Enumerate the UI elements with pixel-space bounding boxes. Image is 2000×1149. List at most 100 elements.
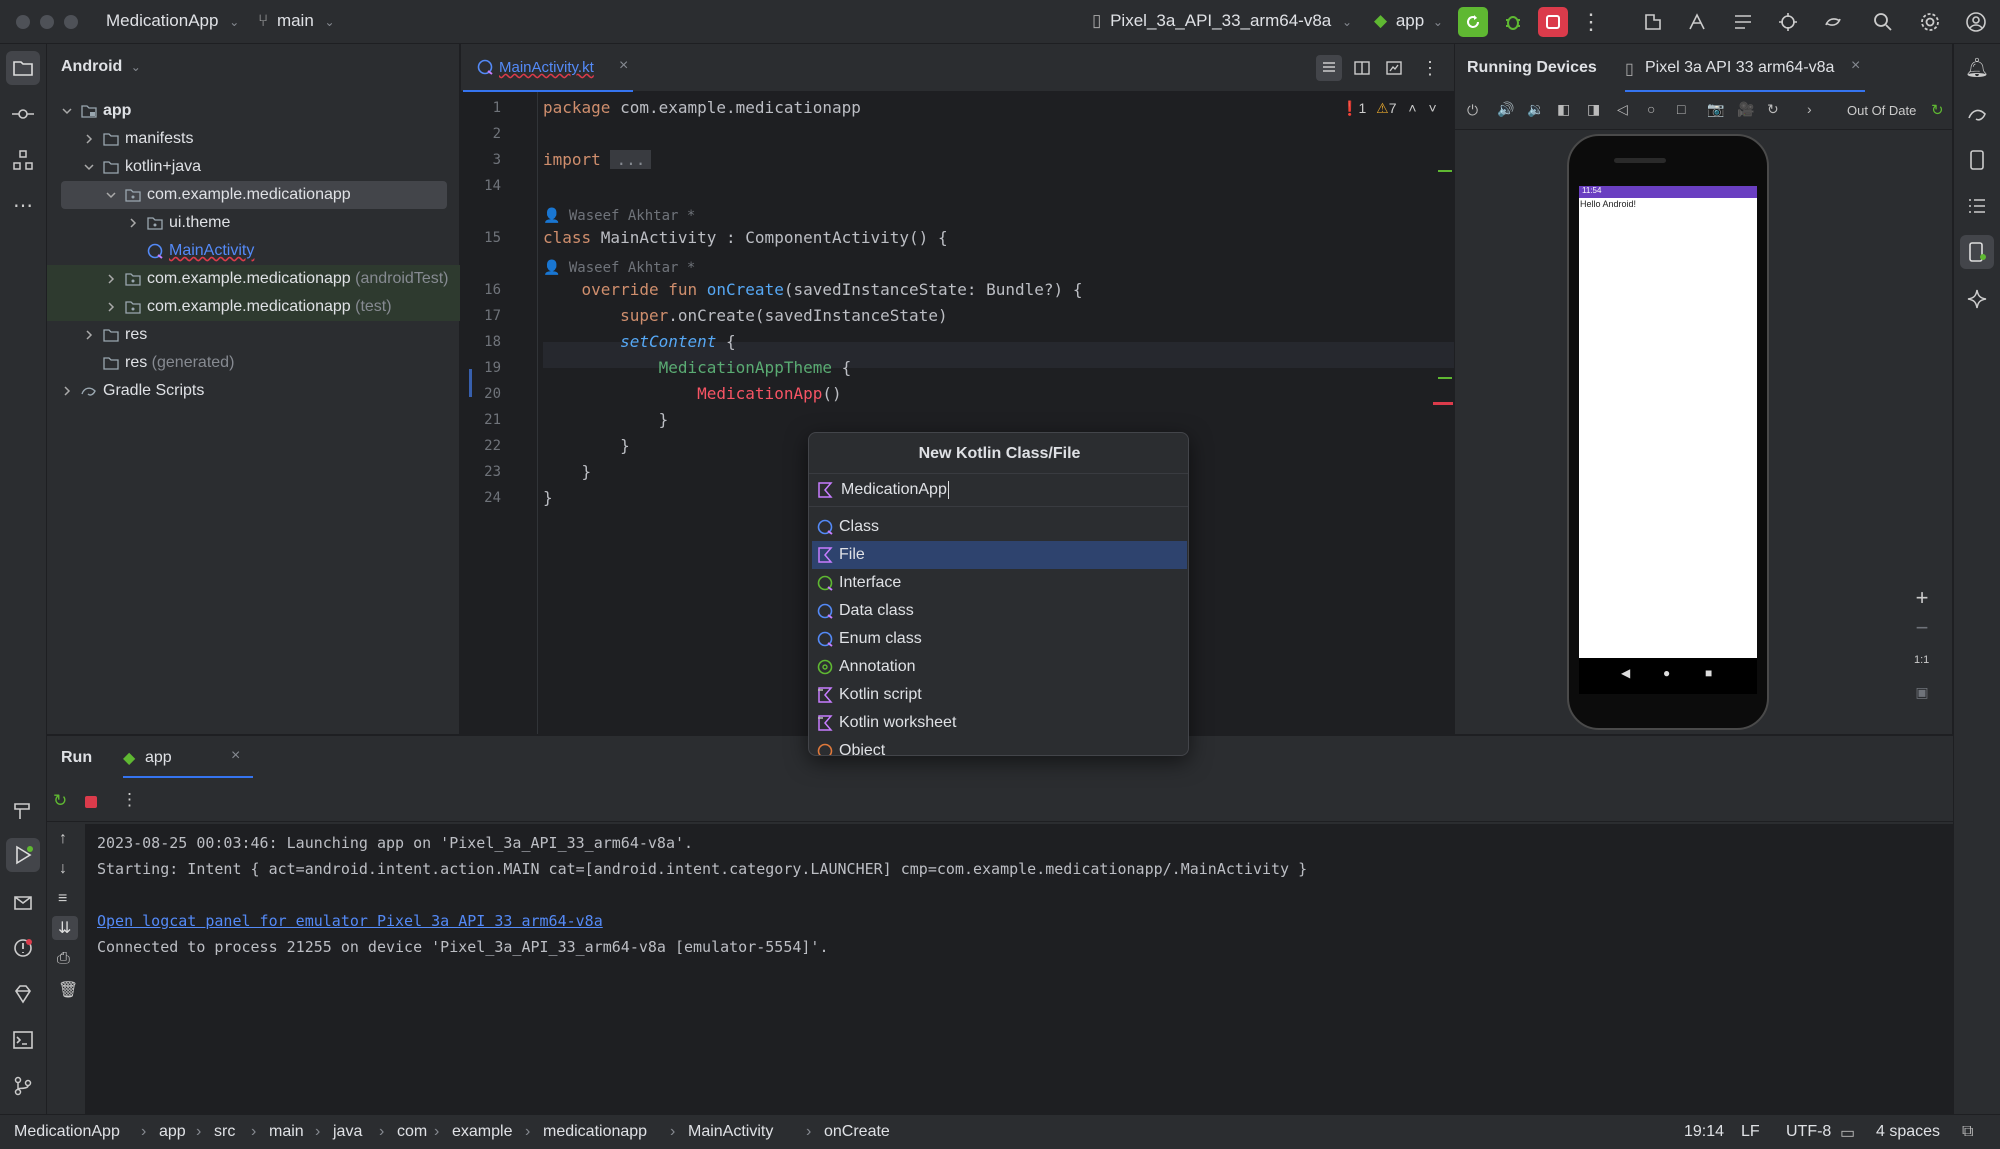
- kind-list-item[interactable]: File: [812, 541, 1187, 569]
- rerun-button[interactable]: [1458, 7, 1488, 37]
- tab-run-app[interactable]: ◆ app ×: [123, 736, 253, 778]
- fit-screen-icon[interactable]: ▣: [1910, 680, 1934, 704]
- logcat-list-icon[interactable]: [1964, 193, 1990, 219]
- more-tools-icon[interactable]: ⋯: [10, 192, 36, 218]
- device-manager-icon[interactable]: [1964, 147, 1990, 173]
- breadcrumb-item[interactable]: MedicationApp: [14, 1123, 120, 1141]
- branch-switcher[interactable]: ⑂ main ⌄: [258, 11, 335, 31]
- gem-icon[interactable]: [10, 981, 36, 1007]
- stop-icon[interactable]: [85, 796, 97, 808]
- screenshot-icon[interactable]: 📷: [1707, 101, 1724, 118]
- zoom-in-icon[interactable]: +: [1910, 585, 1934, 610]
- back-icon[interactable]: ◁: [1617, 101, 1628, 118]
- breadcrumb-item[interactable]: medicationapp: [543, 1123, 647, 1141]
- kind-list-item[interactable]: Kotlin worksheet: [812, 709, 1187, 737]
- tasks-icon[interactable]: [1730, 9, 1756, 35]
- tab-device[interactable]: ▯ Pixel 3a API 33 arm64-v8a ×: [1625, 44, 1865, 92]
- arrow-down-icon[interactable]: ↓: [59, 860, 67, 878]
- power-icon[interactable]: ⏻: [1467, 102, 1478, 119]
- logcat-link[interactable]: Open logcat panel for emulator Pixel 3a …: [97, 912, 603, 930]
- chevron-right-icon[interactable]: [61, 385, 73, 397]
- chevron-down-icon[interactable]: [83, 161, 95, 173]
- tree-item[interactable]: manifests: [47, 125, 460, 153]
- name-input[interactable]: MedicationApp: [809, 473, 1188, 507]
- window-close-button[interactable]: [16, 15, 30, 29]
- nav-recents-icon[interactable]: ■: [1705, 666, 1712, 680]
- account-icon[interactable]: [1963, 9, 1989, 35]
- arrow-up-icon[interactable]: ↑: [59, 830, 67, 848]
- print-icon[interactable]: ⎙: [57, 950, 70, 968]
- kind-list-item[interactable]: Kotlin script: [812, 681, 1187, 709]
- problems-icon[interactable]: [10, 935, 36, 961]
- rerun-icon[interactable]: ↻: [53, 791, 67, 811]
- rotate-right-icon[interactable]: ◨: [1587, 101, 1600, 118]
- console-output[interactable]: 2023-08-25 00:03:46: Launching app on 'P…: [85, 824, 1953, 1115]
- trash-icon[interactable]: 🗑︎: [58, 980, 78, 1000]
- device-selector[interactable]: ▯ Pixel_3a_API_33_arm64-v8a ⌄: [1092, 11, 1352, 31]
- breadcrumb-item[interactable]: onCreate: [824, 1123, 890, 1141]
- chevron-down-icon[interactable]: [105, 189, 117, 201]
- search-icon[interactable]: [1870, 9, 1896, 35]
- breadcrumb-item[interactable]: example: [452, 1123, 512, 1141]
- close-icon[interactable]: ×: [619, 57, 628, 75]
- caret-position[interactable]: 19:14: [1684, 1123, 1724, 1141]
- tree-item[interactable]: MainActivity: [47, 237, 460, 265]
- more-icon[interactable]: ⋮: [1578, 9, 1604, 35]
- window-zoom-button[interactable]: [64, 15, 78, 29]
- soft-wrap-icon[interactable]: ≡: [58, 890, 67, 908]
- rotate-left-icon[interactable]: ◧: [1557, 101, 1570, 118]
- build-tool-icon[interactable]: [10, 798, 36, 824]
- more-icon[interactable]: ⋮: [1419, 55, 1441, 81]
- tree-item[interactable]: app: [47, 97, 460, 125]
- file-encoding[interactable]: UTF-8: [1786, 1123, 1831, 1141]
- breadcrumb-item[interactable]: java: [333, 1123, 362, 1141]
- tree-item[interactable]: com.example.medicationapp (androidTest): [47, 265, 460, 293]
- notifications-icon[interactable]: 🔔︎: [1964, 55, 1990, 81]
- breadcrumb-item[interactable]: main: [269, 1123, 304, 1141]
- breadcrumb-item[interactable]: src: [214, 1123, 235, 1141]
- chevron-right-icon[interactable]: [83, 133, 95, 145]
- kind-list-item[interactable]: Class: [812, 513, 1187, 541]
- record-icon[interactable]: 🎥: [1737, 101, 1754, 118]
- window-minimize-button[interactable]: [40, 15, 54, 29]
- project-view-selector[interactable]: Android ⌄: [61, 58, 141, 76]
- chevron-down-icon[interactable]: [61, 105, 73, 117]
- tree-item[interactable]: kotlin+java: [47, 153, 460, 181]
- tab-mainactivity[interactable]: MainActivity.kt ×: [463, 44, 633, 92]
- debug-button[interactable]: [1500, 9, 1526, 35]
- more-icon[interactable]: ⋮: [121, 790, 138, 810]
- kind-list-item[interactable]: Interface: [812, 569, 1187, 597]
- kind-list-item[interactable]: Object: [812, 737, 1187, 755]
- terminal-icon[interactable]: [10, 1027, 36, 1053]
- settings-icon[interactable]: [1917, 9, 1943, 35]
- zoom-actual-size[interactable]: 1:1: [1914, 654, 1929, 666]
- kind-list-item[interactable]: Data class: [812, 597, 1187, 625]
- kind-list-item[interactable]: Enum class: [812, 625, 1187, 653]
- tree-item[interactable]: res (generated): [47, 349, 460, 377]
- gradle-icon[interactable]: [1964, 101, 1990, 127]
- app-screen[interactable]: Hello Android!: [1579, 198, 1757, 658]
- tree-item[interactable]: ui.theme: [47, 209, 460, 237]
- kind-list-item[interactable]: Annotation: [812, 653, 1187, 681]
- chevron-right-icon[interactable]: [105, 273, 117, 285]
- translate-icon[interactable]: [1685, 9, 1711, 35]
- breadcrumb-item[interactable]: com: [397, 1123, 427, 1141]
- run-config-selector[interactable]: ◆ app ⌄: [1374, 11, 1443, 31]
- chevron-right-icon[interactable]: [83, 329, 95, 341]
- gemini-icon[interactable]: [1964, 286, 1990, 312]
- overview-icon[interactable]: □: [1677, 101, 1685, 117]
- nav-home-icon[interactable]: ●: [1663, 666, 1670, 680]
- sync-icon[interactable]: [1820, 9, 1846, 35]
- lock-icon[interactable]: ⧉: [1962, 1123, 1973, 1141]
- build-icon[interactable]: [1640, 9, 1666, 35]
- volume-up-icon[interactable]: 🔊: [1497, 101, 1514, 118]
- chevron-right-icon[interactable]: [105, 301, 117, 313]
- reset-icon[interactable]: ↻: [1767, 101, 1779, 118]
- indent-setting[interactable]: 4 spaces: [1876, 1123, 1940, 1141]
- close-icon[interactable]: ×: [231, 747, 240, 765]
- volume-down-icon[interactable]: 🔉: [1527, 101, 1544, 118]
- breadcrumb-item[interactable]: app: [159, 1123, 186, 1141]
- home-icon[interactable]: ○: [1647, 101, 1655, 117]
- chevron-right-icon[interactable]: [127, 217, 139, 229]
- nav-back-icon[interactable]: ◀: [1621, 666, 1630, 680]
